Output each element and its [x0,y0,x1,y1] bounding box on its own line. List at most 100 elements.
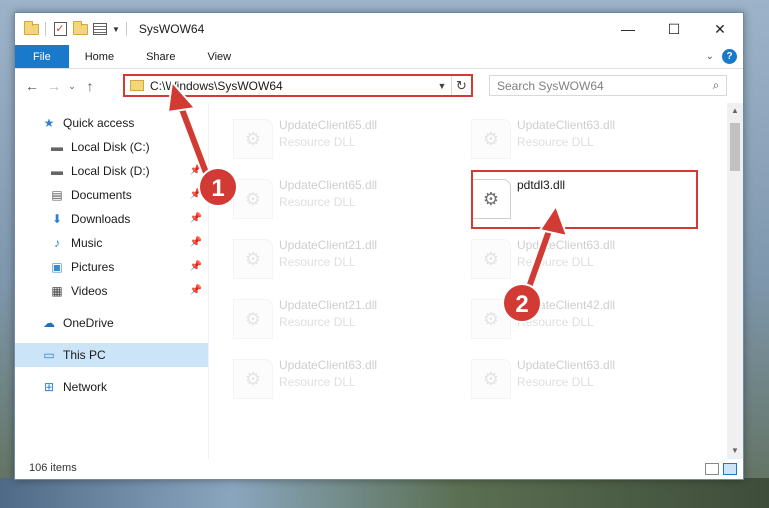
title-bar: ✓ ▼ SysWOW64 — ☐ ✕ [15,13,743,45]
pin-icon[interactable]: 📌 [190,285,202,296]
desktop-wallpaper [0,478,769,508]
sidebar-item-videos[interactable]: ▦ Videos 📌 [15,279,208,303]
folder-icon [130,80,144,91]
sidebar-item-local-disk-c[interactable]: ▬ Local Disk (C:) [15,135,208,159]
computer-icon: ▭ [43,348,55,362]
sidebar-item-documents[interactable]: ▤ Documents 📌 [15,183,208,207]
quick-access-toolbar: ✓ ▼ [15,20,129,37]
chevron-down-icon[interactable]: ▼ [433,81,451,91]
sidebar-item-label: OneDrive [63,316,114,330]
minimize-button[interactable]: — [605,13,651,45]
sidebar-item-label: This PC [63,348,106,362]
address-bar[interactable]: C:\Windows\SysWOW64 ▼ ↻ [123,74,473,97]
pin-icon[interactable]: 📌 [190,213,202,224]
drive-icon: ▬ [51,164,63,178]
sidebar-item-label: Downloads [71,212,131,226]
file-item[interactable]: ⚙ UpdateClient63.dll Resource DLL [447,235,675,287]
dll-file-icon: ⚙ [233,119,273,159]
new-folder-icon[interactable] [72,20,88,37]
tab-view[interactable]: View [191,45,247,68]
sidebar-item-onedrive[interactable]: ☁ OneDrive [15,311,208,335]
address-path[interactable]: C:\Windows\SysWOW64 [150,79,433,93]
file-item[interactable]: ⚙ UpdateClient63.dll Resource DLL [209,355,437,407]
file-name: UpdateClient63.dll [517,238,616,252]
close-button[interactable]: ✕ [697,13,743,45]
file-type: Resource DLL [517,315,594,329]
sidebar-item-downloads[interactable]: ⬇ Downloads 📌 [15,207,208,231]
forward-button[interactable]: → [43,75,65,97]
file-item[interactable]: ⚙ UpdateClient42.dll Resource DLL [447,295,675,347]
ribbon-right: ⌄ ? [706,49,737,64]
file-type: Resource DLL [279,255,356,269]
properties-check-icon[interactable]: ✓ [52,21,68,37]
sidebar-item-label: Local Disk (D:) [71,164,150,178]
file-item[interactable]: ⚙ UpdateClient65.dll Resource DLL [209,175,437,227]
sidebar-item-quick-access[interactable]: ★ Quick access [15,111,208,135]
star-icon: ★ [43,116,55,130]
tab-home[interactable]: Home [69,45,130,68]
sidebar-item-label: Network [63,380,108,394]
documents-icon: ▤ [51,188,63,202]
sidebar-item-label: Pictures [71,260,115,274]
file-type: Resource DLL [279,195,356,209]
search-box[interactable]: ⌕ [489,75,727,96]
sidebar-item-music[interactable]: ♪ Music 📌 [15,231,208,255]
sidebar-item-label: Music [71,236,103,250]
pin-icon[interactable]: 📌 [190,237,202,248]
pin-icon[interactable]: 📌 [190,189,202,200]
window-title: SysWOW64 [138,22,205,36]
dll-file-icon: ⚙ [471,239,511,279]
large-icons-view-icon[interactable] [723,463,737,475]
file-type: Resource DLL [279,315,356,329]
sidebar-item-label: Quick access [63,116,135,130]
dll-file-icon: ⚙ [233,239,273,279]
status-bar: 106 items [15,457,743,479]
chevron-down-icon[interactable]: ▼ [112,25,120,34]
tab-file[interactable]: File [15,45,69,68]
main-body: ★ Quick access ▬ Local Disk (C:) ▬ Local… [15,103,743,459]
expand-ribbon-icon[interactable]: ⌄ [706,51,714,62]
pin-icon[interactable]: 📌 [190,165,202,176]
file-item[interactable]: ⚙ UpdateClient65.dll Resource DLL [209,115,437,167]
file-type: Resource DLL [279,375,356,389]
scroll-thumb[interactable] [730,123,740,171]
music-icon: ♪ [54,236,60,250]
sidebar-item-label: Documents [71,188,132,202]
refresh-button[interactable]: ↻ [451,76,471,95]
file-name: UpdateClient63.dll [517,358,616,372]
file-name: UpdateClient21.dll [279,238,378,252]
dll-file-icon: ⚙ [233,299,273,339]
help-icon[interactable]: ? [722,49,737,64]
dll-file-icon: ⚙ [233,359,273,399]
highlight-box [471,170,698,229]
up-button[interactable]: ↑ [79,75,101,97]
file-item[interactable]: ⚙ UpdateClient63.dll Resource DLL [447,115,675,167]
divider [125,22,127,36]
file-item[interactable]: ⚙ UpdateClient21.dll Resource DLL [209,295,437,347]
search-icon[interactable]: ⌕ [706,78,726,93]
file-item[interactable]: ⚙ UpdateClient21.dll Resource DLL [209,235,437,287]
file-name: UpdateClient65.dll [279,178,378,192]
sidebar-item-local-disk-d[interactable]: ▬ Local Disk (D:) 📌 [15,159,208,183]
file-item[interactable]: ⚙ UpdateClient63.dll Resource DLL [447,355,675,407]
details-view-icon[interactable] [705,463,719,475]
file-name: UpdateClient63.dll [279,358,378,372]
sidebar-item-pictures[interactable]: ▣ Pictures 📌 [15,255,208,279]
sidebar-item-network[interactable]: ⊞ Network [15,375,208,399]
network-icon: ⊞ [43,380,55,394]
maximize-button[interactable]: ☐ [651,13,697,45]
divider [45,22,46,36]
file-type: Resource DLL [517,135,594,149]
tab-share[interactable]: Share [130,45,191,68]
recent-locations-button[interactable]: ⌄ [65,75,79,97]
scroll-up-icon[interactable]: ▲ [727,103,743,119]
sidebar-item-this-pc[interactable]: ▭ This PC [15,343,208,367]
back-button[interactable]: ← [21,75,43,97]
vertical-scrollbar[interactable]: ▲ ▼ [727,103,743,459]
sidebar-item-label: Local Disk (C:) [71,140,150,154]
properties-icon[interactable] [92,21,108,37]
folder-icon [23,20,39,37]
search-input[interactable] [497,78,706,93]
pictures-icon: ▣ [51,260,63,274]
pin-icon[interactable]: 📌 [190,261,202,272]
